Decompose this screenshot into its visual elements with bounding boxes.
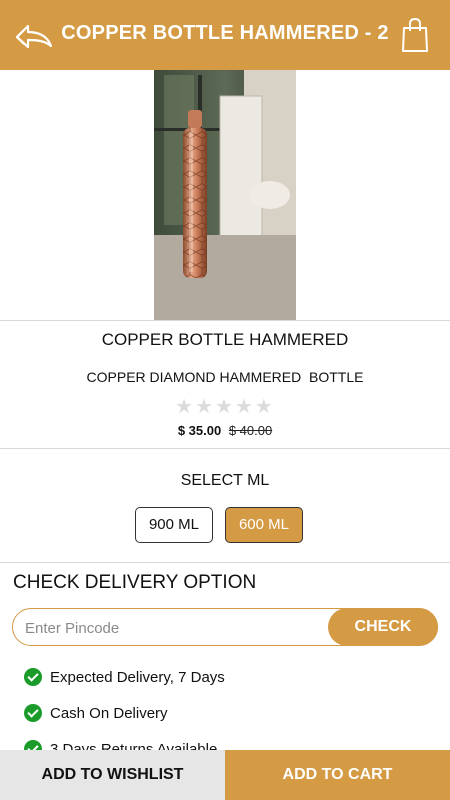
divider xyxy=(0,448,450,449)
feature-text: Cash On Delivery xyxy=(50,704,168,722)
pincode-field: CHECK xyxy=(12,608,438,646)
feature-text: Expected Delivery, 7 Days xyxy=(50,668,225,686)
app-header: COPPER BOTTLE HAMMERED - 2 xyxy=(0,0,450,70)
check-circle-icon xyxy=(24,668,42,686)
rating-stars: ★★★★★ xyxy=(175,394,275,418)
product-subtitle: COPPER DIAMOND HAMMERED BOTTLE xyxy=(86,369,364,385)
check-circle-icon xyxy=(24,704,42,722)
feature-item: Expected Delivery, 7 Days xyxy=(24,667,225,687)
divider xyxy=(0,562,450,563)
size-option-900ml[interactable]: 900 ML xyxy=(135,507,213,543)
price-block: $ 35.00 $ 40.00 xyxy=(0,423,450,438)
add-to-wishlist-button[interactable]: ADD TO WISHLIST xyxy=(0,750,225,800)
pincode-input[interactable] xyxy=(25,617,325,639)
bottom-action-bar: ADD TO WISHLIST ADD TO CART xyxy=(0,750,450,800)
original-price: $ 40.00 xyxy=(228,423,273,438)
size-option-600ml[interactable]: 600 ML xyxy=(225,507,303,543)
divider xyxy=(0,320,450,321)
select-size-label: SELECT ML xyxy=(180,472,270,489)
check-button[interactable]: CHECK xyxy=(328,608,438,646)
delivery-heading: CHECK DELIVERY OPTION xyxy=(13,572,257,593)
feature-item: Cash On Delivery xyxy=(24,703,168,723)
current-price: $ 35.00 xyxy=(177,423,222,438)
add-to-cart-button[interactable]: ADD TO CART xyxy=(225,750,450,800)
product-name: COPPER BOTTLE HAMMERED xyxy=(101,330,349,349)
product-photo xyxy=(154,70,296,320)
back-arrow-icon[interactable] xyxy=(14,22,54,52)
shopping-bag-icon[interactable] xyxy=(400,17,430,53)
page-title: COPPER BOTTLE HAMMERED - 2 xyxy=(61,22,389,44)
